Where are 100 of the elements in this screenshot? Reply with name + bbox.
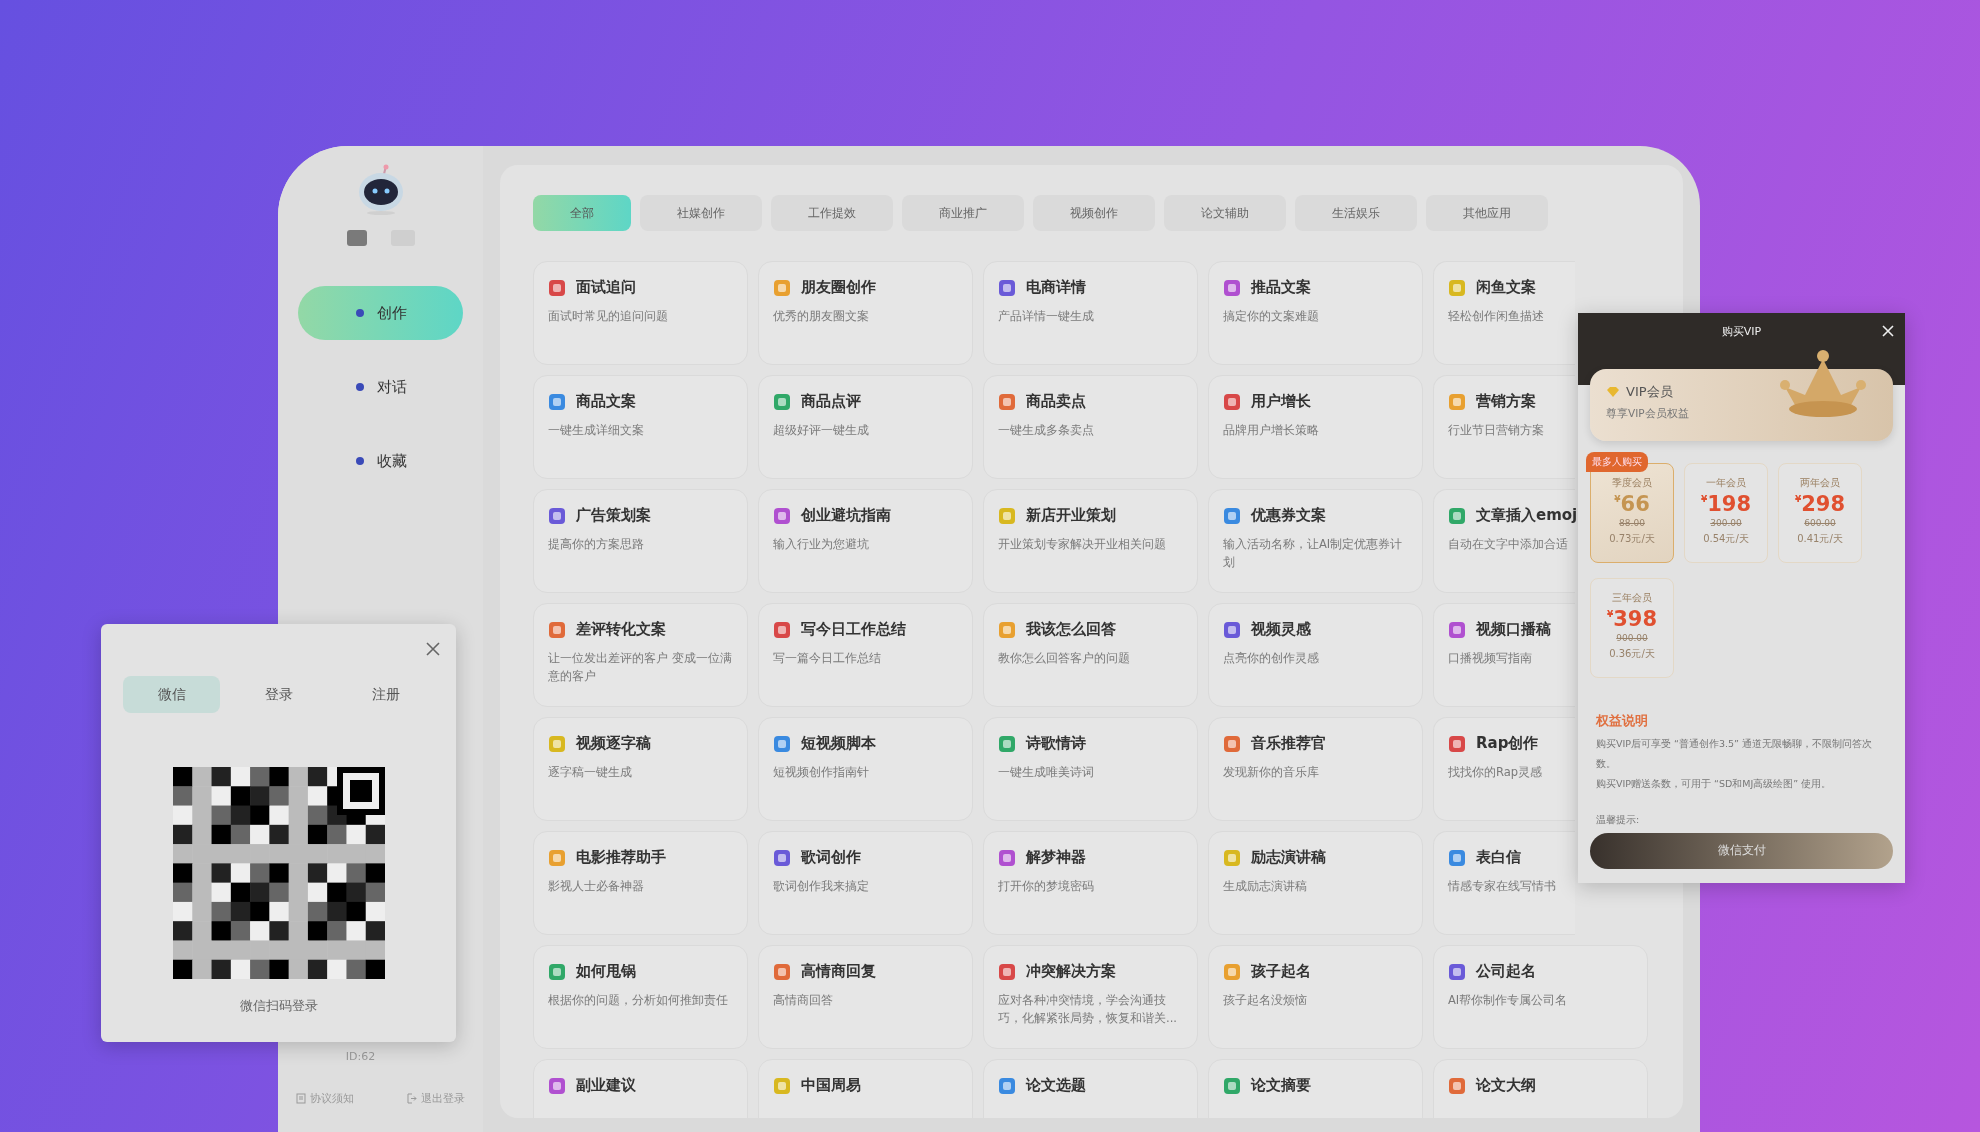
- plan-name: 三年会员: [1612, 591, 1652, 605]
- square-icon: [1448, 1076, 1466, 1095]
- tool-title: 视频口播稿: [1476, 620, 1551, 639]
- tool-description: 自动在文字中添加合适: [1448, 537, 1568, 551]
- tool-card[interactable]: 视频灵感 点亮你的创作灵感: [1208, 603, 1423, 707]
- category-tab[interactable]: 视频创作: [1033, 195, 1155, 231]
- popular-badge: 最多人购买: [1586, 452, 1648, 472]
- tool-card[interactable]: 新店开业策划 开业策划专家解决开业相关问题: [983, 489, 1198, 593]
- nav-item[interactable]: 对话: [298, 360, 463, 414]
- category-tab[interactable]: 工作提效: [771, 195, 893, 231]
- scan-caption: 微信扫码登录: [239, 997, 318, 1015]
- nav-item[interactable]: 收藏: [298, 434, 463, 488]
- tool-title: 视频灵感: [1251, 620, 1311, 639]
- square-icon: [1448, 962, 1466, 981]
- category-tab[interactable]: 生活娱乐: [1295, 195, 1417, 231]
- tool-card[interactable]: 论文大纲: [1433, 1059, 1648, 1118]
- square-icon: [773, 506, 791, 525]
- tool-description: 孩子起名没烦恼: [1223, 993, 1307, 1007]
- tool-card[interactable]: 电影推荐助手 影视人士必备神器: [533, 831, 748, 935]
- tool-card[interactable]: 公司起名 AI帮你制作专属公司名: [1433, 945, 1648, 1049]
- tool-card[interactable]: 歌词创作 歌词创作我来搞定: [758, 831, 973, 935]
- login-tab[interactable]: 注册: [337, 676, 434, 713]
- square-icon: [773, 278, 791, 297]
- tool-card[interactable]: 视频口播稿 口播视频写指南: [1433, 603, 1575, 707]
- tool-title: 歌词创作: [801, 848, 861, 867]
- tool-card[interactable]: 解梦神器 打开你的梦境密码: [983, 831, 1198, 935]
- login-tab[interactable]: 微信: [123, 676, 220, 713]
- tool-title: 论文大纲: [1476, 1076, 1536, 1095]
- category-tab[interactable]: 论文辅助: [1164, 195, 1286, 231]
- tool-card[interactable]: 音乐推荐官 发现新你的音乐库: [1208, 717, 1423, 821]
- tool-card[interactable]: 广告策划案 提高你的方案思路: [533, 489, 748, 593]
- tool-description: 输入活动名称，让AI制定优惠券计划: [1223, 537, 1403, 570]
- tool-title: 用户增长: [1251, 392, 1311, 411]
- plan-price: 198: [1707, 492, 1752, 516]
- tool-card[interactable]: 中国周易: [758, 1059, 973, 1118]
- tool-description: 面试时常见的追问问题: [548, 309, 668, 323]
- tool-card[interactable]: 商品卖点 一键生成多条卖点: [983, 375, 1198, 479]
- nav-item[interactable]: 创作: [298, 286, 463, 340]
- tool-card[interactable]: 用户增长 品牌用户增长策略: [1208, 375, 1423, 479]
- tool-card[interactable]: 写今日工作总结 写一篇今日工作总结: [758, 603, 973, 707]
- tool-card[interactable]: 文章插入emoj 自动在文字中添加合适: [1433, 489, 1575, 593]
- tool-card[interactable]: 优惠券文案 输入活动名称，让AI制定优惠券计划: [1208, 489, 1423, 593]
- original-price: 600.00: [1804, 518, 1836, 528]
- document-icon: [296, 1093, 306, 1104]
- tool-card[interactable]: Rap创作 找找你的Rap灵感: [1433, 717, 1575, 821]
- tool-card[interactable]: 我该怎么回答 教你怎么回答客户的问题: [983, 603, 1198, 707]
- logout-icon: [407, 1093, 417, 1104]
- tool-card[interactable]: 电商详情 产品详情一键生成: [983, 261, 1198, 365]
- tool-card[interactable]: 冲突解决方案 应对各种冲突情境，学会沟通技巧，化解紧张局势，恢复和谐关...: [983, 945, 1198, 1049]
- user-id: ID:62: [345, 1050, 377, 1063]
- tool-card[interactable]: 差评转化文案 让一位发出差评的客户 变成一位满意的客户: [533, 603, 748, 707]
- square-icon: [548, 962, 566, 981]
- plan-price: 298: [1801, 492, 1846, 516]
- tool-card[interactable]: 朋友圈创作 优秀的朋友圈文案: [758, 261, 973, 365]
- tool-description: 品牌用户增长策略: [1223, 423, 1319, 437]
- square-icon: [773, 734, 791, 753]
- tool-description: 歌词创作我来搞定: [773, 879, 869, 893]
- tool-description: 点亮你的创作灵感: [1223, 651, 1319, 665]
- tool-title: 优惠券文案: [1251, 506, 1326, 525]
- tool-card[interactable]: 视频逐字稿 逐字稿一键生成: [533, 717, 748, 821]
- login-tab[interactable]: 登录: [230, 676, 327, 713]
- member-title: VIP会员: [1626, 383, 1673, 401]
- tool-title: 广告策划案: [576, 506, 651, 525]
- tool-card[interactable]: 闲鱼文案 轻松创作闲鱼描述: [1433, 261, 1575, 365]
- tool-card[interactable]: 商品文案 一键生成详细文案: [533, 375, 748, 479]
- tool-description: 产品详情一键生成: [998, 309, 1094, 323]
- tool-card[interactable]: 创业避坑指南 输入行业为您避坑: [758, 489, 973, 593]
- benefit-text: 购买VIP后可享受 “普通创作3.5” 通道无限畅聊，不限制问答次数。: [1596, 737, 1874, 771]
- tool-card[interactable]: 短视频脚本 短视频创作指南针: [758, 717, 973, 821]
- square-icon: [998, 506, 1016, 525]
- category-tab[interactable]: 全部: [533, 195, 631, 231]
- tool-title: 差评转化文案: [576, 620, 666, 639]
- tool-description: 一键生成多条卖点: [998, 423, 1094, 437]
- square-icon: [1223, 392, 1241, 411]
- tool-card[interactable]: 孩子起名 孩子起名没烦恼: [1208, 945, 1423, 1049]
- tool-card[interactable]: 推品文案 搞定你的文案难题: [1208, 261, 1423, 365]
- tool-card[interactable]: 诗歌情诗 一键生成唯美诗词: [983, 717, 1198, 821]
- category-tab[interactable]: 商业推广: [902, 195, 1024, 231]
- square-icon: [548, 848, 566, 867]
- tool-card[interactable]: 论文选题: [983, 1059, 1198, 1118]
- tool-card[interactable]: 副业建议: [533, 1059, 748, 1118]
- tool-card[interactable]: 如何甩锅 根据你的问题，分析如何推卸责任: [533, 945, 748, 1049]
- tool-title: 写今日工作总结: [801, 620, 906, 639]
- daily-price: 0.73元/天: [1609, 532, 1655, 546]
- pay-button[interactable]: 微信支付: [1590, 832, 1893, 869]
- tool-description: 口播视频写指南: [1448, 651, 1532, 665]
- square-icon: [548, 620, 566, 639]
- tool-card[interactable]: 高情商回复 高情商回答: [758, 945, 973, 1049]
- tool-card[interactable]: 面试追问 面试时常见的追问问题: [533, 261, 748, 365]
- benefit-text: 购买VIP赠送条数，可用于 “SD和MJ高级绘图” 使用。: [1596, 776, 1833, 791]
- tool-card[interactable]: 表白信 情感专家在线写情书: [1433, 831, 1575, 935]
- category-tab[interactable]: 社媒创作: [640, 195, 762, 231]
- square-icon: [1223, 278, 1241, 297]
- tool-card[interactable]: 励志演讲稿 生成励志演讲稿: [1208, 831, 1423, 935]
- tool-title: 励志演讲稿: [1251, 848, 1326, 867]
- tool-card[interactable]: 商品点评 超级好评一键生成: [758, 375, 973, 479]
- tool-card[interactable]: 论文摘要: [1208, 1059, 1423, 1118]
- tool-card[interactable]: 营销方案 行业节日营销方案: [1433, 375, 1575, 479]
- tip-label: 温馨提示:: [1595, 812, 1641, 827]
- category-tab[interactable]: 其他应用: [1426, 195, 1548, 231]
